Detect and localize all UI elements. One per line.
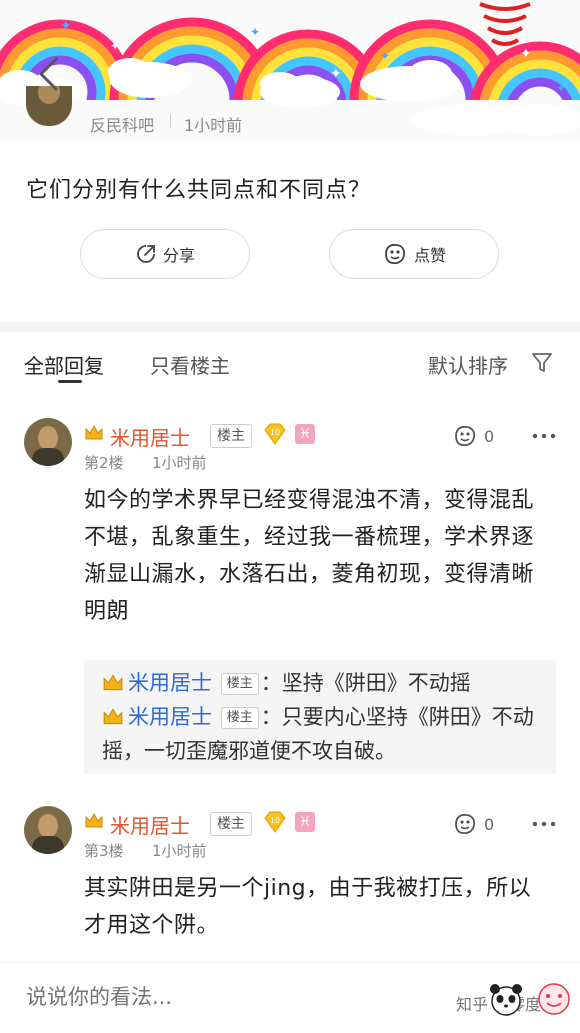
- svg-text:✦: ✦: [60, 18, 72, 34]
- like-count: 0: [484, 426, 495, 446]
- tab-op-only[interactable]: 只看楼主: [150, 350, 230, 379]
- username[interactable]: 米用居士: [110, 422, 190, 451]
- post-meta: 反民科吧 1小时前: [0, 86, 580, 136]
- back-button[interactable]: [28, 52, 68, 96]
- subreply-text: 坚持《阱田》不动摇: [281, 671, 471, 695]
- svg-text:✦: ✦: [250, 25, 260, 39]
- reply-like-button[interactable]: 0: [452, 812, 494, 836]
- floor-number: 第2楼: [84, 454, 124, 472]
- reply-time: 1小时前: [152, 454, 207, 472]
- subreply-box[interactable]: 米用居士 楼主 ：坚持《阱田》不动摇 米用居士 楼主 ：只要内心坚持《阱田》不动摇，…: [84, 660, 556, 774]
- op-tag: 楼主: [210, 812, 252, 836]
- reply-content: 其实阱田是另一个jing，由于我被打压，所以才用这个阱。: [84, 876, 532, 938]
- svg-text:✦: ✦: [380, 49, 390, 63]
- avatar[interactable]: [24, 418, 72, 466]
- svg-text:✦: ✦: [110, 39, 120, 53]
- svg-text:✦: ✦: [520, 46, 532, 62]
- more-options-icon[interactable]: [532, 820, 556, 828]
- zodiac-badge: ♓: [295, 424, 315, 444]
- sort-dropdown[interactable]: 默认排序: [428, 350, 508, 379]
- post-body: 它们分别有什么共同点和不同点？: [26, 178, 372, 203]
- level-number: 10: [270, 428, 280, 437]
- crown-icon: [85, 812, 103, 828]
- avatar[interactable]: [24, 806, 72, 854]
- username[interactable]: 米用居士: [110, 810, 190, 839]
- level-badge-icon: 10: [264, 811, 286, 833]
- header-banner: ✦ ✦ ✦ ✦ ✦ ✦ ✦ 反民科吧 1小时前: [0, 0, 580, 140]
- crown-icon: [103, 674, 123, 691]
- crown-icon: [85, 424, 103, 440]
- comment-input[interactable]: [26, 985, 286, 1009]
- meta-divider: [170, 114, 171, 128]
- post-time: 1小时前: [184, 116, 243, 135]
- svg-text:✦: ✦: [330, 66, 342, 82]
- like-button[interactable]: 点赞: [329, 229, 499, 279]
- bar-name[interactable]: 反民科吧: [90, 112, 154, 136]
- chevron-left-icon: [39, 57, 58, 91]
- like-count: 0: [484, 814, 495, 834]
- like-icon: [385, 243, 406, 265]
- zodiac-badge: ♓: [295, 812, 315, 832]
- op-tag: 楼主: [210, 424, 252, 448]
- like-icon: [455, 813, 476, 835]
- op-tag: 楼主: [220, 707, 259, 729]
- reply-time: 1小时前: [152, 842, 207, 860]
- subreply-item: 米用居士 楼主 ：坚持《阱田》不动摇: [102, 666, 556, 700]
- crown-icon: [103, 708, 123, 725]
- svg-text:✦: ✦: [556, 81, 566, 95]
- subreply-item: 米用居士 楼主 ：只要内心坚持《阱田》不动摇，一切歪魔邪道便不攻自破。: [102, 705, 534, 763]
- level-number: 10: [270, 816, 280, 825]
- filter-icon[interactable]: [530, 350, 554, 374]
- tab-all-replies[interactable]: 全部回复: [24, 350, 104, 383]
- floor-number: 第3楼: [84, 842, 124, 860]
- section-divider: [0, 322, 580, 332]
- more-options-icon[interactable]: [532, 432, 556, 440]
- reply-like-button[interactable]: 0: [452, 424, 494, 448]
- reply-content: 如今的学术界早已经变得混浊不清，变得混乱不堪，乱象重生，经过我一番梳理，学术界逐…: [84, 488, 535, 624]
- subreply-username[interactable]: 米用居士: [128, 705, 212, 729]
- like-label: 点赞: [413, 246, 446, 265]
- sticker-icon[interactable]: [534, 979, 574, 1019]
- op-tag: 楼主: [220, 673, 259, 695]
- like-icon: [455, 425, 476, 447]
- share-button[interactable]: 分享: [80, 229, 250, 279]
- level-badge-icon: 10: [264, 423, 286, 445]
- subreply-username[interactable]: 米用居士: [128, 671, 212, 695]
- share-icon: [137, 245, 155, 263]
- share-label: 分享: [162, 246, 195, 265]
- comment-bar: 知乎 @零度君: [0, 962, 580, 1033]
- panda-emoji-icon[interactable]: [486, 979, 526, 1019]
